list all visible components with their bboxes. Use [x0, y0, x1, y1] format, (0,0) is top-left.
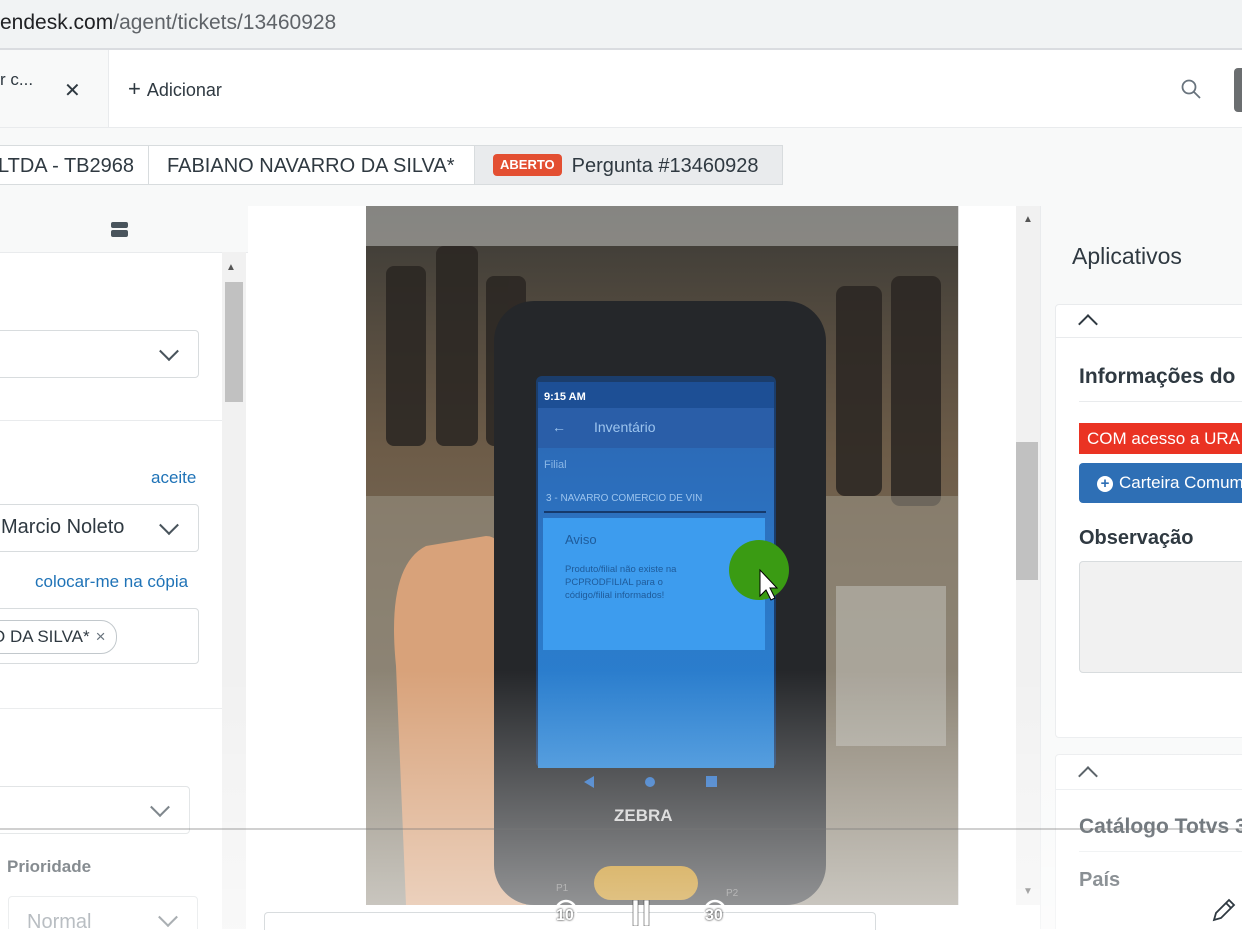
tab-ticket[interactable]: r c... ✕ — [0, 50, 109, 127]
close-icon[interactable]: ✕ — [64, 78, 81, 103]
apps-panel: Aplicativos Informações do COM acesso a … — [1040, 206, 1242, 929]
tab-ticket-label: r c... — [0, 70, 34, 89]
scroll-up-icon[interactable]: ▲ — [1023, 214, 1033, 225]
url-text[interactable]: endesk.com/agent/tickets/13460928 — [0, 11, 336, 35]
dialog-message-line: PCPRODFILIAL para o — [565, 577, 663, 588]
ticket-label: Pergunta #13460928 — [571, 155, 759, 177]
remove-icon[interactable]: × — [96, 627, 106, 646]
scan-button — [594, 866, 698, 900]
browser-url-bar[interactable]: endesk.com/agent/tickets/13460928 — [0, 0, 1242, 50]
dialog-message: Produto/filial não existe na PCPRODFILIAL… — [565, 564, 677, 601]
phone-time: 9:15 AM — [544, 391, 586, 403]
priority-label: Prioridade — [7, 857, 92, 876]
divider — [1056, 789, 1242, 790]
video-progress-bar[interactable] — [0, 828, 1242, 830]
add-tab-button[interactable]: + Adicionar — [128, 76, 222, 102]
cc-field[interactable]: O DA SILVA* × — [0, 608, 199, 664]
divider — [1079, 401, 1242, 402]
catalog-title: Catálogo Totvs 3 — [1079, 815, 1242, 838]
divider — [0, 708, 222, 709]
scrollbar-thumb[interactable] — [225, 282, 243, 402]
chevron-down-icon — [159, 341, 179, 362]
panel-icon[interactable] — [111, 221, 128, 238]
ticket-properties-panel: aceite Marcio Noleto colocar-me na cópia… — [0, 206, 249, 929]
breadcrumb-requester[interactable]: FABIANO NAVARRO DA SILVA* — [148, 145, 475, 185]
avatar[interactable] — [1234, 68, 1242, 112]
chevron-down-icon — [158, 907, 178, 928]
status-badge: ABERTO — [493, 153, 562, 176]
accept-link[interactable]: aceite — [151, 468, 196, 488]
carteira-button[interactable]: + Carteira Comum — [1079, 463, 1242, 503]
shelf-top — [366, 206, 958, 246]
dialog-message-line: Produto/filial não existe na — [565, 564, 677, 575]
dialog-title: Aviso — [565, 532, 597, 547]
back-arrow-icon: ← — [552, 419, 566, 435]
apps-title: Aplicativos — [1072, 243, 1182, 269]
url-path: /agent/tickets/13460928 — [113, 11, 337, 34]
cc-tag-label: O DA SILVA* — [0, 627, 90, 646]
breadcrumb-ticket[interactable]: ABERTO Pergunta #13460928 — [474, 145, 783, 185]
type-select[interactable] — [0, 786, 190, 834]
scrollbar-thumb[interactable] — [1016, 442, 1038, 580]
observation-label: Observação — [1079, 527, 1194, 549]
search-icon[interactable] — [1180, 78, 1202, 100]
scroll-down-icon[interactable]: ▼ — [1023, 886, 1033, 897]
divider — [1079, 851, 1242, 852]
chevron-up-icon[interactable] — [1078, 766, 1098, 786]
conversation-scrollbar[interactable]: ▲ ▼ — [1016, 206, 1040, 905]
priority-value: Normal — [27, 911, 92, 929]
breadcrumb: LTDA - TB2968 FABIANO NAVARRO DA SILVA* … — [0, 128, 1242, 206]
chevron-down-icon — [150, 797, 170, 818]
ura-badge: COM acesso a URA — [1079, 423, 1242, 454]
rewind-seconds: 10 — [556, 907, 574, 924]
video-frame: 9:15 AM ← Inventário Filial 3 - NAVARRO … — [366, 206, 958, 905]
observation-textarea[interactable] — [1079, 561, 1242, 673]
pencil-icon[interactable] — [1208, 896, 1238, 926]
video-player[interactable]: 9:15 AM ← Inventário Filial 3 - NAVARRO … — [366, 206, 958, 905]
cc-tag: O DA SILVA* × — [0, 620, 117, 654]
dialog-message-line: código/filial informados! — [565, 590, 664, 601]
cursor-highlight — [729, 540, 789, 600]
add-tab-label: Adicionar — [146, 80, 222, 100]
url-domain: endesk.com — [0, 11, 114, 34]
forward-seconds: 30 — [705, 907, 723, 924]
customer-info-app: Informações do COM acesso a URA + Carteir… — [1055, 304, 1242, 738]
divider — [1056, 337, 1242, 338]
workspace-tab-bar: r c... ✕ + Adicionar — [0, 50, 1242, 128]
price-tag — [836, 586, 946, 746]
plus-icon: + — [128, 76, 141, 101]
phone-app-title: Inventário — [594, 419, 656, 435]
pause-icon[interactable] — [630, 900, 652, 926]
brand-select[interactable] — [0, 330, 199, 378]
cc-me-link[interactable]: colocar-me na cópia — [35, 572, 188, 592]
assignee-value: Marcio Noleto — [1, 516, 125, 538]
assignee-select[interactable]: Marcio Noleto — [0, 504, 199, 552]
country-label: País — [1079, 869, 1121, 891]
divider — [0, 420, 222, 421]
phone-brand: ZEBRA — [614, 806, 673, 825]
plus-circle-icon: + — [1097, 476, 1113, 492]
phone-field-value: 3 - NAVARRO COMERCIO DE VIN — [546, 493, 702, 504]
scroll-up-icon[interactable]: ▲ — [226, 262, 236, 273]
priority-select[interactable]: Normal — [8, 896, 198, 929]
app-bar — [538, 408, 774, 448]
viewer-edge — [958, 206, 985, 905]
phone-field-label: Filial — [544, 459, 567, 471]
rewind-button[interactable]: 10 — [548, 893, 584, 929]
properties-header — [0, 206, 248, 253]
forward-button[interactable]: 30 — [697, 893, 733, 929]
carteira-label: Carteira Comum — [1119, 473, 1242, 492]
info-title: Informações do — [1079, 365, 1236, 388]
breadcrumb-organization[interactable]: LTDA - TB2968 — [0, 145, 149, 185]
chevron-down-icon — [159, 515, 179, 536]
chevron-up-icon[interactable] — [1078, 314, 1098, 334]
